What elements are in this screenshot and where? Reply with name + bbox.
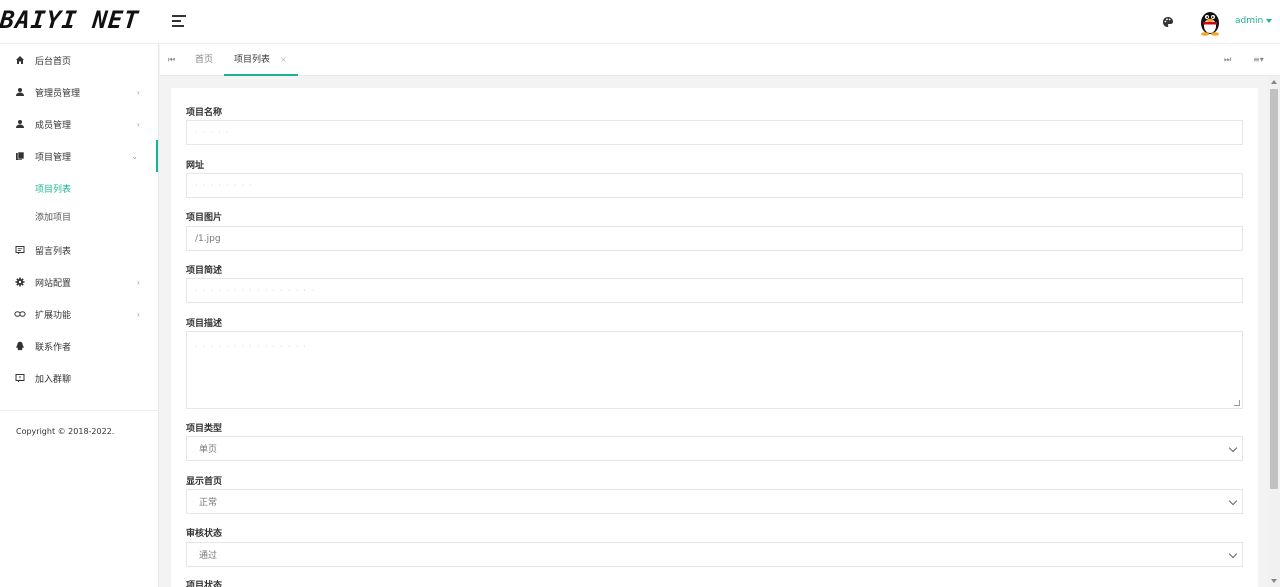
qq-icon <box>14 340 26 352</box>
tab-scroll-left-icon[interactable]: ⏮ <box>168 55 175 65</box>
sidebar-subitem-add-project[interactable]: 添加项目 <box>0 202 158 230</box>
sidebar-item-label: 项目管理 <box>35 152 72 163</box>
input-value: /1.jpg <box>195 233 221 244</box>
sidebar-item-label: 成员管理 <box>35 120 72 131</box>
gear-icon <box>14 276 26 288</box>
scroll-thumb[interactable] <box>1270 89 1278 489</box>
sidebar-item-members[interactable]: 成员管理 › <box>0 108 158 140</box>
project-status-label: 项目状态 <box>186 581 223 587</box>
select-value: 单页 <box>199 445 218 455</box>
chevron-right-icon: › <box>136 88 140 97</box>
review-status-label: 审核状态 <box>186 529 223 539</box>
message-icon <box>14 244 26 256</box>
project-image-label: 项目图片 <box>186 213 223 223</box>
sidebar-item-label: 管理员管理 <box>35 88 81 99</box>
sidebar-item-contact-author[interactable]: 联系作者 <box>0 330 158 362</box>
chevron-down-icon <box>1266 18 1273 23</box>
tab-project-list[interactable]: 项目列表 × <box>224 44 298 76</box>
project-desc-label: 项目描述 <box>186 319 223 329</box>
scroll-down-arrow[interactable] <box>1271 579 1277 583</box>
sidebar-item-label: 联系作者 <box>35 342 72 353</box>
input-value: · · · · · <box>195 127 230 138</box>
resize-handle-icon[interactable] <box>1234 400 1240 406</box>
sidebar-item-label: 网站配置 <box>35 278 72 289</box>
show-home-select[interactable]: 正常 <box>186 489 1243 514</box>
select-value: 通过 <box>199 551 218 561</box>
tabs-bar: ⏮ 首页 项目列表 × ⏭ ≡▾ <box>160 44 1280 76</box>
project-brief-input[interactable]: · · · · · · · · · · · · · · · · <box>186 278 1243 303</box>
input-value: · · · · · · · · · · · · · · · · <box>195 285 315 296</box>
qq-penguin-avatar[interactable] <box>1197 8 1223 36</box>
user-menu[interactable]: admin <box>1235 16 1273 26</box>
project-name-label: 项目名称 <box>186 108 223 118</box>
palette-icon[interactable] <box>1162 16 1174 28</box>
home-icon <box>14 54 26 66</box>
project-brief-label: 项目简述 <box>186 266 223 276</box>
sidebar-item-label: 扩展功能 <box>35 310 72 321</box>
menu-icon[interactable] <box>172 15 186 27</box>
site-logo[interactable]: BAIYI NET <box>0 6 141 34</box>
project-name-input[interactable]: · · · · · <box>186 120 1243 145</box>
select-value: 正常 <box>199 498 218 508</box>
sidebar-item-admins[interactable]: 管理员管理 › <box>0 76 158 108</box>
chevron-down-icon <box>1228 496 1238 506</box>
review-status-select[interactable]: 通过 <box>186 542 1243 567</box>
sidebar-item-messages[interactable]: 留言列表 <box>0 234 158 266</box>
sidebar-item-site-config[interactable]: 网站配置 › <box>0 266 158 298</box>
sidebar-subitem-project-list[interactable]: 项目列表 <box>0 174 158 202</box>
book-icon <box>14 150 26 162</box>
tab-label: 项目列表 <box>234 55 271 65</box>
chevron-down-icon <box>1228 549 1238 559</box>
sidebar-item-join-group[interactable]: 加入群聊 <box>0 362 158 394</box>
sidebar-item-label: 后台首页 <box>35 56 72 67</box>
chevron-down-icon <box>1228 443 1238 453</box>
sidebar-item-extensions[interactable]: 扩展功能 › <box>0 298 158 330</box>
project-desc-textarea[interactable]: · · · · · · · · · · · · · · · <box>186 331 1243 409</box>
sidebar-item-label: 加入群聊 <box>35 374 72 385</box>
chevron-down-icon: ⌄ <box>131 152 138 161</box>
tab-scroll-right-icon[interactable]: ⏭ <box>1224 55 1231 65</box>
project-type-label: 项目类型 <box>186 424 223 434</box>
sidebar-item-label: 留言列表 <box>35 246 72 257</box>
user-name: admin <box>1235 16 1264 26</box>
url-label: 网址 <box>186 161 205 171</box>
sidebar: 后台首页 管理员管理 › 成员管理 › 项目管理 ⌄ 项目列表 添加项目 留言列… <box>0 44 159 587</box>
sidebar-item-projects[interactable]: 项目管理 ⌄ <box>0 140 158 172</box>
sidebar-divider <box>0 410 158 411</box>
chevron-right-icon: › <box>136 278 140 287</box>
chevron-right-icon: › <box>136 120 140 129</box>
chat-icon <box>14 372 26 384</box>
chevron-right-icon: › <box>136 310 140 319</box>
show-home-label: 显示首页 <box>186 477 223 487</box>
input-value: · · · · · · · · · · · · · · · <box>195 342 307 352</box>
user-icon <box>14 86 26 98</box>
user-icon <box>14 118 26 130</box>
sidebar-item-dashboard[interactable]: 后台首页 <box>0 44 158 76</box>
input-value: · · · · · · · · <box>195 180 253 191</box>
project-edit-form: 项目名称 · · · · · 网址 · · · · · · · · 项目图片 /… <box>171 88 1258 587</box>
close-icon[interactable]: × <box>280 55 287 64</box>
scroll-up-arrow[interactable] <box>1271 80 1277 84</box>
tab-home[interactable]: 首页 <box>195 44 213 76</box>
copyright-text: Copyright © 2018-2022. <box>16 427 115 436</box>
top-header: BAIYI NET admin <box>0 0 1280 44</box>
link-icon <box>14 308 26 320</box>
tab-options-icon[interactable]: ≡▾ <box>1253 55 1264 64</box>
project-type-select[interactable]: 单页 <box>186 436 1243 461</box>
project-image-input[interactable]: /1.jpg <box>186 226 1243 251</box>
page-scrollbar[interactable] <box>1268 76 1280 587</box>
url-input[interactable]: · · · · · · · · <box>186 173 1243 198</box>
